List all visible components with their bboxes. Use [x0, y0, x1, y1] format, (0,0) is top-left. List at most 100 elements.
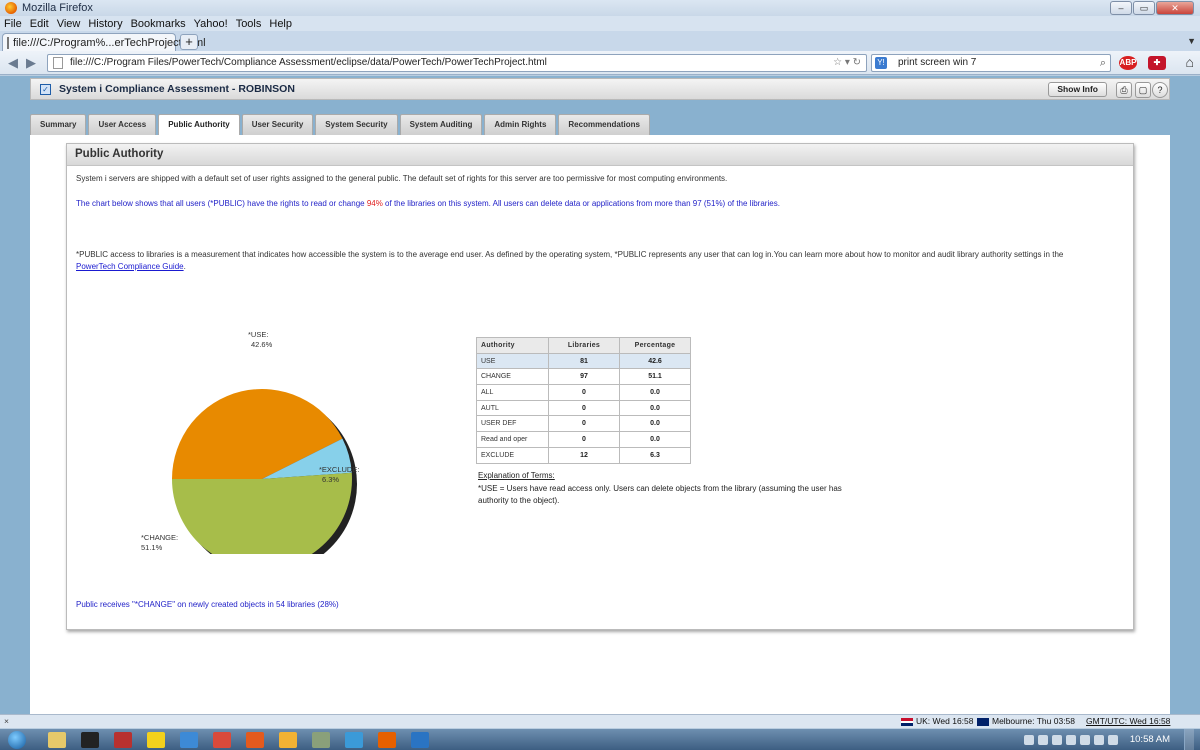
cell-percentage: 0.0: [619, 415, 691, 433]
show-desktop-button[interactable]: [1184, 729, 1194, 750]
terms-text: *USE = Users have read access only. User…: [478, 483, 842, 506]
menu-yahoo[interactable]: Yahoo!: [194, 18, 228, 30]
cell-percentage: 51.1: [619, 368, 691, 386]
menu-help[interactable]: Help: [269, 18, 292, 30]
access-text-end: .: [183, 262, 186, 271]
cell-percentage: 0.0: [619, 399, 691, 417]
pie-label-use-value: 42.6%: [251, 340, 273, 349]
cell-percentage: 0.0: [619, 384, 691, 401]
tray-icon[interactable]: [1023, 734, 1034, 745]
media-icon[interactable]: [246, 731, 264, 748]
network-icon[interactable]: [1093, 734, 1104, 745]
clock-uk-text: UK: Wed 16:58: [916, 716, 974, 726]
explorer-icon[interactable]: [48, 731, 66, 748]
tray-icon[interactable]: [1079, 734, 1090, 745]
table-row: AUTL 0 0.0: [476, 399, 691, 417]
cell-libraries: 12: [548, 446, 620, 464]
cell-libraries: 97: [548, 368, 620, 386]
table-row: ALL 0 0.0: [476, 384, 691, 401]
close-findbar-icon[interactable]: ×: [4, 716, 9, 726]
table-header-row: Authority Libraries Percentage: [476, 337, 691, 354]
bookmark-star-icon[interactable]: ☆ ▾ ↻: [833, 55, 861, 71]
tab-summary[interactable]: Summary: [30, 114, 87, 135]
cmd-icon[interactable]: [81, 731, 99, 748]
menu-bookmarks[interactable]: Bookmarks: [131, 18, 186, 30]
tab-list-icon[interactable]: ▼: [1187, 36, 1196, 46]
chart-note-after: of the libraries on this system. All use…: [382, 199, 780, 208]
tab-recommendations[interactable]: Recommendations: [558, 114, 650, 135]
address-url: file:///C:/Program Files/PowerTech/Compl…: [70, 57, 547, 68]
paint-icon[interactable]: [213, 731, 231, 748]
show-info-button[interactable]: Show Info: [1048, 82, 1107, 97]
tab-public-authority[interactable]: Public Authority: [158, 114, 240, 136]
home-icon[interactable]: ⌂: [1186, 54, 1194, 70]
table-row: USE 81 42.6: [476, 352, 691, 370]
tab-system-auditing[interactable]: System Auditing: [399, 114, 483, 135]
intro-text: System i servers are shipped with a defa…: [76, 174, 728, 183]
remote-icon[interactable]: [411, 731, 429, 748]
browser-icon[interactable]: [345, 731, 363, 748]
start-button[interactable]: [8, 730, 26, 749]
tray-icon[interactable]: [1065, 734, 1076, 745]
window-icon[interactable]: ▢: [1135, 82, 1151, 98]
ie-icon[interactable]: [180, 731, 198, 748]
notes-icon[interactable]: [147, 731, 165, 748]
menu-file[interactable]: File: [4, 18, 22, 30]
help-icon[interactable]: ?: [1152, 82, 1168, 98]
tab-system-security[interactable]: System Security: [315, 114, 398, 135]
public-authority-panel: Public Authority System i servers are sh…: [66, 143, 1134, 630]
search-input[interactable]: Y! print screen win 7 ⌕: [871, 54, 1111, 72]
chart-note-percentage: 94%: [366, 199, 383, 208]
volume-icon[interactable]: [1107, 734, 1118, 745]
new-tab-button[interactable]: +: [180, 34, 198, 50]
tab-user-security[interactable]: User Security: [241, 114, 314, 135]
cell-libraries: 0: [548, 399, 620, 417]
chart-note-before: The chart below shows that all users (*P…: [76, 199, 367, 208]
page-icon: [53, 57, 63, 69]
access-text: *PUBLIC access to libraries is a measure…: [76, 250, 1064, 259]
tab-user-access[interactable]: User Access: [88, 114, 157, 135]
tab-admin-rights[interactable]: Admin Rights: [484, 114, 557, 135]
terms-heading: Explanation of Terms:: [478, 471, 555, 480]
maximize-button[interactable]: ▭: [1133, 1, 1155, 15]
tray-icon[interactable]: [1051, 734, 1062, 745]
print-icon[interactable]: ⎙: [1116, 82, 1132, 98]
firefox-taskbar-icon[interactable]: [378, 731, 396, 748]
cell-authority: EXCLUDE: [476, 446, 549, 464]
content-area: Public Authority System i servers are sh…: [30, 135, 1170, 714]
page-icon: [7, 36, 9, 49]
compliance-guide-link[interactable]: PowerTech Compliance Guide: [76, 262, 184, 271]
menu-history[interactable]: History: [88, 18, 122, 30]
menu-edit[interactable]: Edit: [30, 18, 49, 30]
minimize-button[interactable]: –: [1110, 1, 1132, 15]
forward-icon[interactable]: ▶: [26, 55, 36, 71]
search-icon[interactable]: ⌕: [1100, 55, 1106, 71]
back-icon[interactable]: ◀: [8, 55, 18, 71]
cell-libraries: 0: [548, 384, 620, 401]
address-bar[interactable]: file:///C:/Program Files/PowerTech/Compl…: [47, 54, 867, 72]
browser-tab[interactable]: file:///C:/Program%...erTechProject.html: [2, 33, 206, 51]
menu-tools[interactable]: Tools: [236, 18, 262, 30]
yahoo-search-icon[interactable]: Y!: [875, 57, 887, 69]
cell-authority: AUTL: [476, 399, 549, 417]
pie-label-exclude-value: 6.3%: [322, 475, 340, 484]
app-icon[interactable]: [114, 731, 132, 748]
abp-icon[interactable]: ABP: [1119, 56, 1137, 70]
window-controls: – ▭ ✕: [1110, 1, 1194, 15]
clock-melbourne-text: Melbourne: Thu 03:58: [992, 716, 1076, 726]
clock-uk: UK: Wed 16:58: [901, 716, 974, 726]
addon-icon[interactable]: ✚: [1148, 56, 1166, 70]
close-button[interactable]: ✕: [1156, 1, 1194, 15]
menu-view[interactable]: View: [57, 18, 81, 30]
image-icon[interactable]: [312, 731, 330, 748]
window-title-bar: Mozilla Firefox – ▭ ✕: [0, 0, 1200, 16]
cell-authority: Read and oper: [476, 431, 549, 448]
pie-label-use-name: *USE:: [248, 330, 269, 339]
cell-percentage: 6.3: [619, 446, 691, 464]
table-row: CHANGE 97 51.1: [476, 368, 691, 386]
app-tab-bar: Summary User Access Public Authority Use…: [30, 114, 650, 136]
cell-authority: ALL: [476, 384, 549, 401]
office-icon[interactable]: [279, 731, 297, 748]
taskbar-clock[interactable]: 10:58 AM: [1130, 734, 1170, 745]
tray-icon[interactable]: [1037, 734, 1048, 745]
